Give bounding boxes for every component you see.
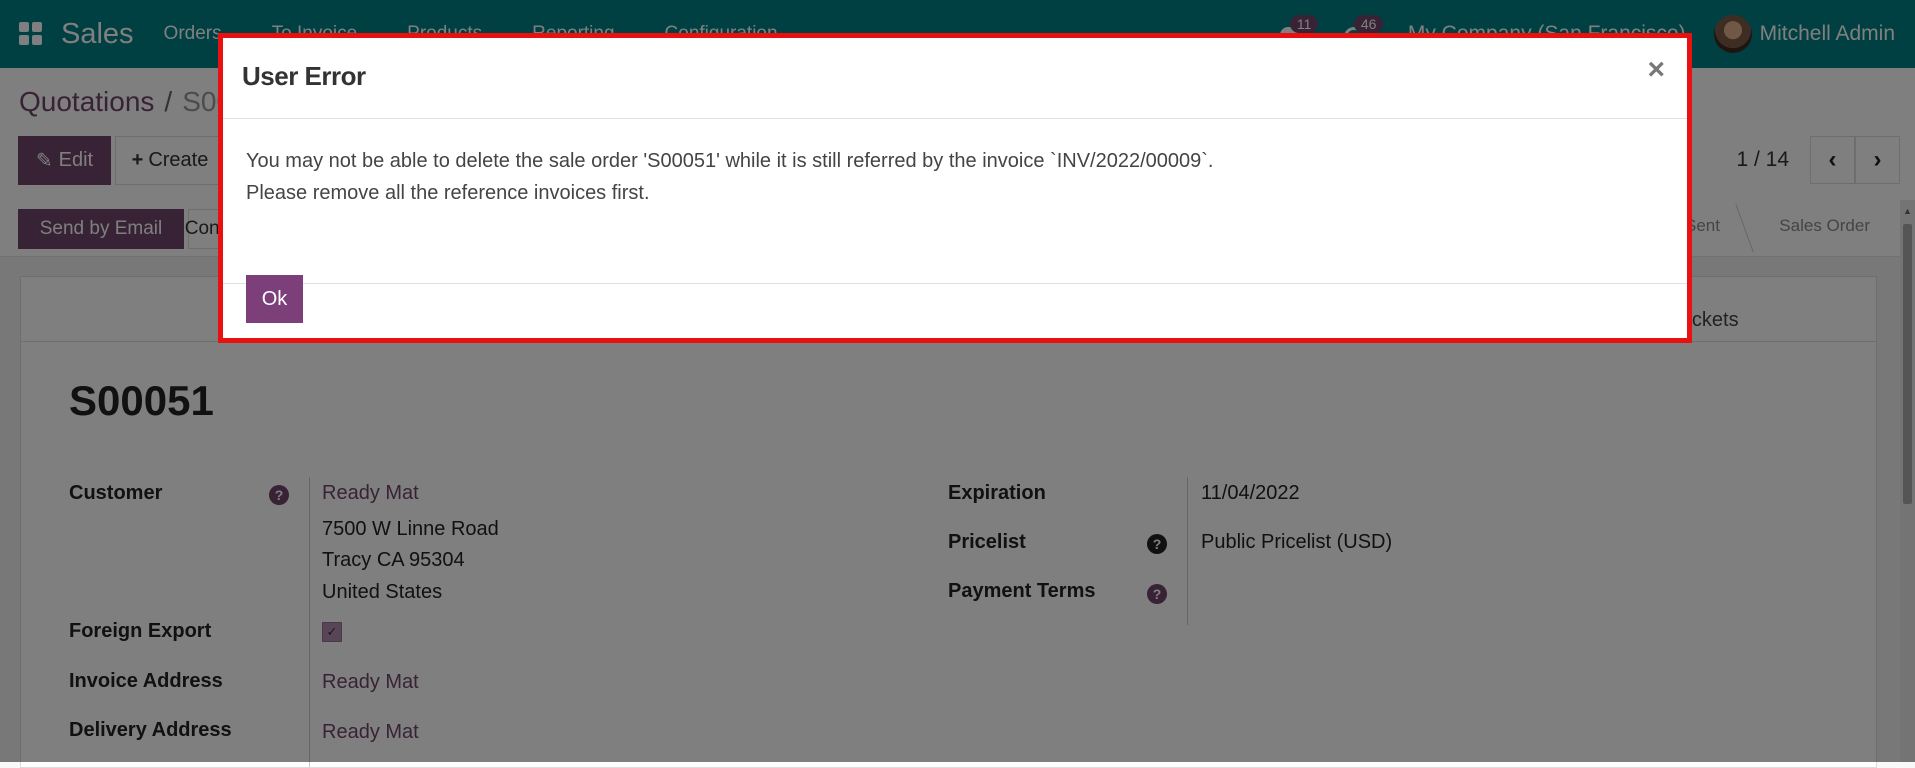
- user-error-dialog: User Error × You may not be able to dele…: [218, 33, 1692, 343]
- close-icon[interactable]: ×: [1647, 53, 1665, 87]
- dialog-body: You may not be able to delete the sale o…: [223, 119, 1687, 284]
- dialog-header: User Error ×: [223, 38, 1687, 119]
- error-message-line1: You may not be able to delete the sale o…: [246, 150, 1214, 172]
- error-message-line2: Please remove all the reference invoices…: [246, 182, 650, 204]
- error-message: You may not be able to delete the sale o…: [246, 145, 1213, 209]
- ok-button[interactable]: Ok: [246, 275, 303, 323]
- dialog-title: User Error: [242, 61, 366, 91]
